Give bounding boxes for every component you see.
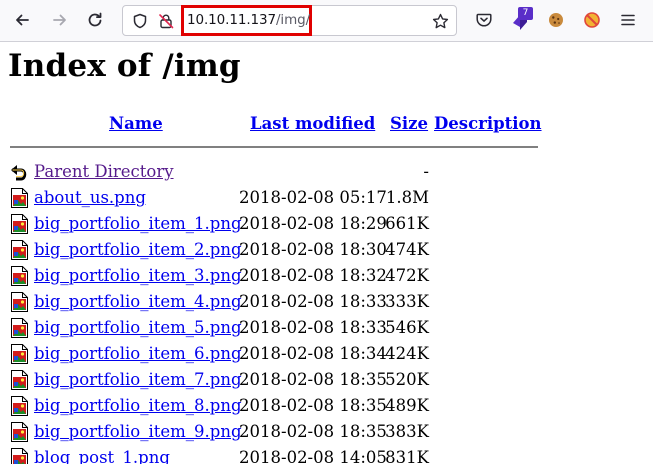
- arrow-left-icon: [16, 14, 29, 26]
- image-file-icon: [10, 213, 30, 235]
- pocket-button[interactable]: [470, 6, 498, 34]
- image-file-icon: [10, 421, 30, 443]
- header-divider: [10, 146, 538, 148]
- cookie-button[interactable]: [542, 6, 570, 34]
- image-file-icon: [10, 343, 30, 365]
- star-icon[interactable]: [431, 12, 449, 30]
- file-size: 489K: [385, 396, 429, 415]
- file-date: 2018-02-08 18:34: [239, 344, 387, 363]
- image-file-icon: [10, 369, 30, 391]
- file-row: big_portfolio_item_3.png 2018-02-08 18:3…: [0, 263, 653, 289]
- file-link[interactable]: big_portfolio_item_5.png: [34, 318, 242, 337]
- parent-size: -: [423, 162, 429, 181]
- file-date: 2018-02-08 18:29: [239, 214, 387, 233]
- file-size: 383K: [385, 422, 429, 441]
- file-size: 424K: [385, 344, 429, 363]
- back-folder-icon: [10, 161, 30, 183]
- file-date: 2018-02-08 18:35: [239, 370, 387, 389]
- file-date: 2018-02-08 18:32: [239, 266, 387, 285]
- file-size: 333K: [385, 292, 429, 311]
- file-row: big_portfolio_item_2.png 2018-02-08 18:3…: [0, 237, 653, 263]
- parent-directory-row: Parent Directory -: [0, 159, 653, 185]
- file-row: big_portfolio_item_8.png 2018-02-08 18:3…: [0, 393, 653, 419]
- file-link[interactable]: big_portfolio_item_1.png: [34, 214, 242, 233]
- file-size: 472K: [385, 266, 429, 285]
- file-link[interactable]: blog_post_1.png: [34, 448, 170, 464]
- file-link[interactable]: big_portfolio_item_7.png: [34, 370, 242, 389]
- file-link[interactable]: big_portfolio_item_2.png: [34, 240, 242, 259]
- file-row: about_us.png 2018-02-08 05:17 1.8M: [0, 185, 653, 211]
- hamburger-menu-icon: [621, 14, 635, 26]
- file-row: big_portfolio_item_5.png 2018-02-08 18:3…: [0, 315, 653, 341]
- file-size: 474K: [385, 240, 429, 259]
- url-path: /img/: [275, 12, 311, 28]
- file-row: big_portfolio_item_9.png 2018-02-08 18:3…: [0, 419, 653, 445]
- file-row: big_portfolio_item_4.png 2018-02-08 18:3…: [0, 289, 653, 315]
- file-link[interactable]: big_portfolio_item_6.png: [34, 344, 242, 363]
- file-row: blog_post_1.png 2018-02-08 14:05 831K: [0, 445, 653, 464]
- file-row: big_portfolio_item_6.png 2018-02-08 18:3…: [0, 341, 653, 367]
- arrow-right-icon: [53, 14, 66, 26]
- file-date: 2018-02-08 05:17: [239, 188, 387, 207]
- file-row: big_portfolio_item_1.png 2018-02-08 18:2…: [0, 211, 653, 237]
- file-size: 546K: [385, 318, 429, 337]
- file-size: 520K: [385, 370, 429, 389]
- image-file-icon: [10, 265, 30, 287]
- reload-icon: [88, 12, 102, 27]
- file-date: 2018-02-08 18:30: [239, 240, 387, 259]
- parent-directory-link[interactable]: Parent Directory: [34, 162, 174, 181]
- reload-button[interactable]: [81, 6, 109, 34]
- image-file-icon: [10, 317, 30, 339]
- file-size: 1.8M: [385, 188, 429, 207]
- image-file-icon: [10, 291, 30, 313]
- file-size: 661K: [385, 214, 429, 233]
- cookie-icon: [549, 13, 563, 27]
- address-bar[interactable]: 10.10.11.137/img/: [122, 5, 457, 36]
- file-link[interactable]: big_portfolio_item_4.png: [34, 292, 242, 311]
- tracking-shield-icon[interactable]: [131, 12, 149, 30]
- blocker-icon: [584, 12, 600, 28]
- file-link[interactable]: big_portfolio_item_8.png: [34, 396, 242, 415]
- menu-button[interactable]: [614, 6, 642, 34]
- file-link[interactable]: big_portfolio_item_3.png: [34, 266, 242, 285]
- column-header-size[interactable]: Size: [390, 114, 428, 133]
- pocket-icon: [476, 13, 492, 27]
- file-link[interactable]: big_portfolio_item_9.png: [34, 422, 242, 441]
- image-file-icon: [10, 187, 30, 209]
- image-file-icon: [10, 239, 30, 261]
- blocker-button[interactable]: [578, 6, 606, 34]
- file-size: 831K: [385, 448, 429, 464]
- file-link[interactable]: about_us.png: [34, 188, 146, 207]
- file-date: 2018-02-08 18:33: [239, 318, 387, 337]
- column-header-name[interactable]: Name: [109, 114, 163, 133]
- page-title: Index of /img: [8, 48, 241, 84]
- url-host: 10.10.11.137: [187, 12, 276, 28]
- file-date: 2018-02-08 18:35: [239, 422, 387, 441]
- url-text[interactable]: 10.10.11.137/img/: [187, 12, 310, 28]
- column-header-description[interactable]: Description: [434, 114, 542, 133]
- file-row: big_portfolio_item_7.png 2018-02-08 18:3…: [0, 367, 653, 393]
- forward-button[interactable]: [46, 6, 74, 34]
- file-date: 2018-02-08 18:33: [239, 292, 387, 311]
- image-file-icon: [10, 447, 30, 464]
- column-header-last-modified[interactable]: Last modified: [250, 114, 375, 133]
- image-file-icon: [10, 395, 30, 417]
- file-date: 2018-02-08 14:05: [239, 448, 387, 464]
- browser-toolbar: 10.10.11.137/img/ 7: [0, 0, 653, 42]
- back-button[interactable]: [8, 6, 36, 34]
- directory-listing-page: Index of /img Name Last modified Size De…: [0, 42, 653, 464]
- insecure-lock-icon[interactable]: [157, 12, 175, 30]
- file-date: 2018-02-08 18:35: [239, 396, 387, 415]
- extension-badge: 7: [518, 7, 533, 20]
